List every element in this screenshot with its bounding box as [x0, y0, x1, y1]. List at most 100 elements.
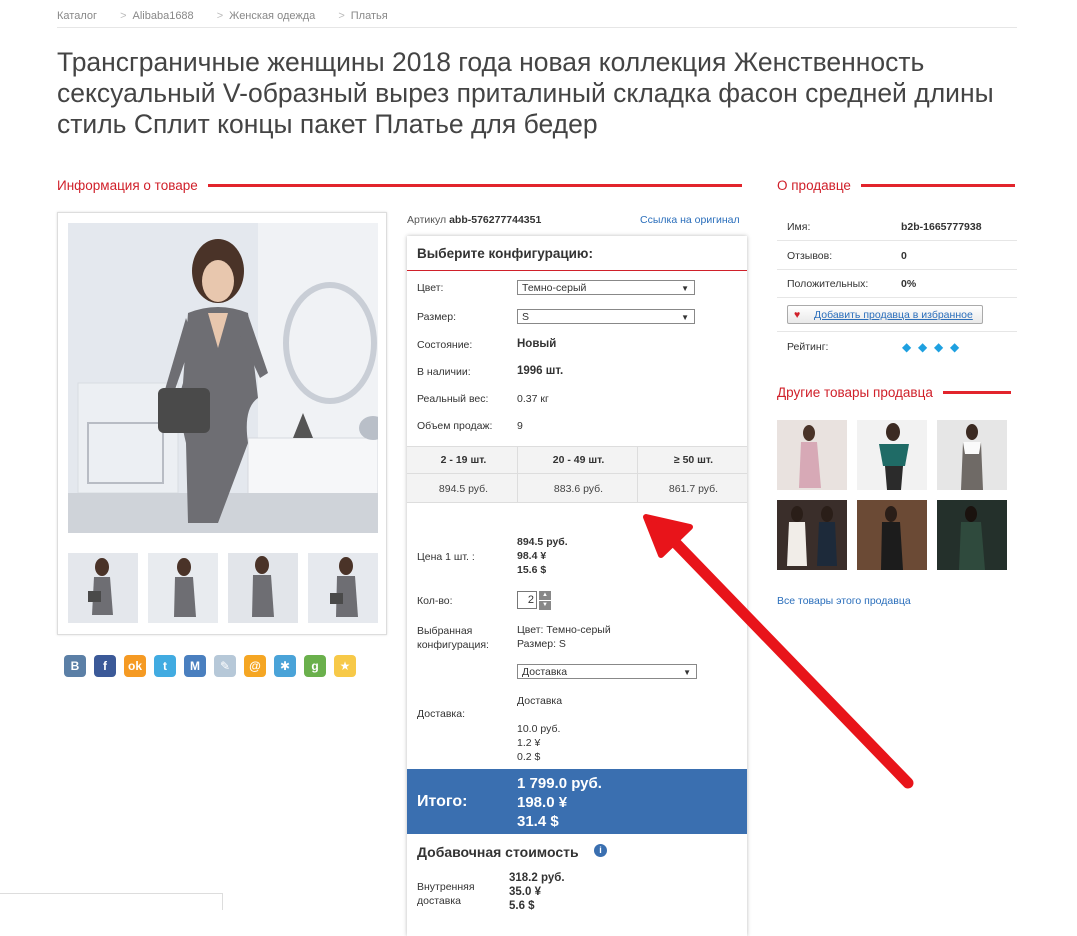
odnoklassniki-icon[interactable]: ok — [124, 655, 146, 677]
dropdown-arrow-icon: ▼ — [683, 668, 691, 677]
heart-icon: ♥ — [794, 309, 801, 321]
section-seller-label: О продавце — [777, 178, 851, 193]
section-divider — [860, 184, 1015, 187]
other-goods-thumbnail[interactable] — [777, 420, 847, 490]
all-seller-goods-link[interactable]: Все товары этого продавца — [777, 595, 911, 607]
delivery-select[interactable]: Доставка ▼ — [517, 664, 697, 679]
moimir-icon[interactable]: М — [184, 655, 206, 677]
quantity-input[interactable]: 2 — [517, 591, 537, 609]
other-goods-thumbnail[interactable] — [937, 420, 1007, 490]
seller-positive-row: Положительных: 0% — [777, 269, 1017, 298]
unit-price-label: Цена 1 шт. : — [417, 551, 475, 563]
facebook-icon[interactable]: f — [94, 655, 116, 677]
livejournal-icon[interactable]: ✎ — [214, 655, 236, 677]
section-divider — [207, 184, 742, 187]
config-title: Выберите конфигурацию: — [417, 246, 593, 261]
vk-icon[interactable]: В — [64, 655, 86, 677]
added-value-title: Добавочная стоимость — [417, 844, 579, 860]
diamond-icon: ◆ — [934, 340, 944, 354]
total-label: Итого: — [417, 793, 468, 810]
breadcrumb-item-women-clothing[interactable]: Женская одежда — [229, 10, 315, 22]
other-goods-thumbnail[interactable] — [857, 420, 927, 490]
tier-price: 894.5 руб. — [438, 483, 489, 495]
other-goods-thumbnail[interactable] — [937, 500, 1007, 570]
delivery-select-value: Доставка — [522, 666, 568, 678]
mailru-icon[interactable]: @ — [244, 655, 266, 677]
page-title: Трансграничные женщины 2018 года новая к… — [57, 47, 994, 139]
footer-panel-edge — [0, 893, 223, 910]
article-number: Артикул abb-576277744351 — [407, 214, 541, 226]
breadcrumb-divider — [57, 27, 1017, 28]
gallery-thumbnail[interactable] — [68, 553, 138, 623]
tier-range: 2 - 19 шт. — [440, 454, 487, 466]
unit-price-usd: 15.6 $ — [517, 564, 547, 576]
gallery-thumbnail[interactable] — [228, 553, 298, 623]
price-tiers-table: 2 - 19 шт. 20 - 49 шт. ≥ 50 шт. 894.5 ру… — [407, 446, 747, 503]
diamond-icon: ◆ — [918, 340, 928, 354]
gallery-thumbnail[interactable] — [308, 553, 378, 623]
table-divider — [407, 473, 747, 474]
stock-label: В наличии: — [417, 366, 471, 378]
seller-positive-label: Положительных: — [787, 278, 869, 290]
section-product-info: Информация о товаре — [57, 178, 742, 193]
seller-reviews-row: Отзывов: 0 — [777, 241, 1017, 270]
settings-icon[interactable]: ✱ — [274, 655, 296, 677]
selected-size: Размер: S — [517, 638, 566, 650]
google-plus-icon[interactable]: g — [304, 655, 326, 677]
section-seller: О продавце — [777, 178, 1015, 193]
seller-name-value[interactable]: b2b-1665777938 — [901, 221, 982, 233]
dropdown-arrow-icon: ▼ — [681, 284, 689, 293]
configuration-panel: Выберите конфигурацию: Цвет: Темно-серый… — [407, 236, 747, 936]
inner-delivery-label: Внутренняя доставка — [417, 881, 475, 907]
section-other-goods-label: Другие товары продавца — [777, 385, 933, 400]
total-cny: 198.0 ¥ — [517, 794, 568, 811]
size-label: Размер: — [417, 311, 457, 323]
twitter-icon[interactable]: t — [154, 655, 176, 677]
diamond-icon: ◆ — [902, 340, 912, 354]
seller-name-label: Имя: — [787, 221, 811, 233]
seller-name-row: Имя: b2b-1665777938 — [777, 212, 1017, 241]
condition-label: Состояние: — [417, 339, 473, 351]
weight-value: 0.37 кг — [517, 393, 549, 405]
add-seller-favorite-button[interactable]: ♥ Добавить продавца в избранное — [787, 305, 983, 324]
gallery-thumbnail[interactable] — [148, 553, 218, 623]
tier-range: 20 - 49 шт. — [552, 454, 605, 466]
sales-value: 9 — [517, 420, 523, 432]
product-gallery — [57, 212, 387, 635]
section-product-info-label: Информация о товаре — [57, 178, 198, 193]
config-divider — [407, 270, 747, 271]
dropdown-arrow-icon: ▼ — [681, 313, 689, 322]
section-other-goods: Другие товары продавца — [777, 385, 1011, 400]
qty-decrease-button[interactable]: ▼ — [539, 601, 551, 610]
breadcrumb-item-catalog[interactable]: Каталог — [57, 10, 97, 22]
size-select[interactable]: S ▼ — [517, 309, 695, 324]
other-goods-thumbnail[interactable] — [777, 500, 847, 570]
other-goods-thumbnail[interactable] — [857, 500, 927, 570]
condition-value: Новый — [517, 338, 557, 350]
article-label: Артикул — [407, 214, 447, 226]
diamond-icon: ◆ — [950, 340, 960, 354]
seller-reviews-label: Отзывов: — [787, 250, 833, 262]
seller-rating-label: Рейтинг: — [787, 341, 829, 353]
section-divider — [942, 391, 1011, 394]
main-product-photo[interactable] — [68, 223, 378, 533]
weight-label: Реальный вес: — [417, 393, 489, 405]
tier-price: 861.7 руб. — [668, 483, 719, 495]
total-bar: Итого: 1 799.0 руб. 198.0 ¥ 31.4 $ — [407, 769, 747, 834]
tier-price: 883.6 руб. — [553, 483, 604, 495]
original-link[interactable]: Ссылка на оригинал — [640, 214, 740, 226]
delivery-label: Доставка: — [417, 708, 466, 720]
breadcrumb-item-alibaba[interactable]: Alibaba1688 — [133, 10, 194, 22]
qty-increase-button[interactable]: ▲ — [539, 591, 551, 600]
total-rub: 1 799.0 руб. — [517, 775, 602, 792]
favorites-star-icon[interactable]: ★ — [334, 655, 356, 677]
breadcrumb-item-dresses[interactable]: Платья — [351, 10, 388, 22]
size-select-value: S — [522, 311, 530, 323]
seller-reviews-value: 0 — [901, 250, 907, 262]
breadcrumb: Каталог > Alibaba1688 > Женская одежда > Пл… — [57, 10, 388, 22]
info-icon[interactable]: i — [594, 844, 607, 857]
delivery-price-usd: 0.2 $ — [517, 751, 541, 763]
seller-positive-value: 0% — [901, 278, 917, 290]
color-select[interactable]: Темно-серый ▼ — [517, 280, 695, 295]
total-usd: 31.4 $ — [517, 813, 559, 830]
